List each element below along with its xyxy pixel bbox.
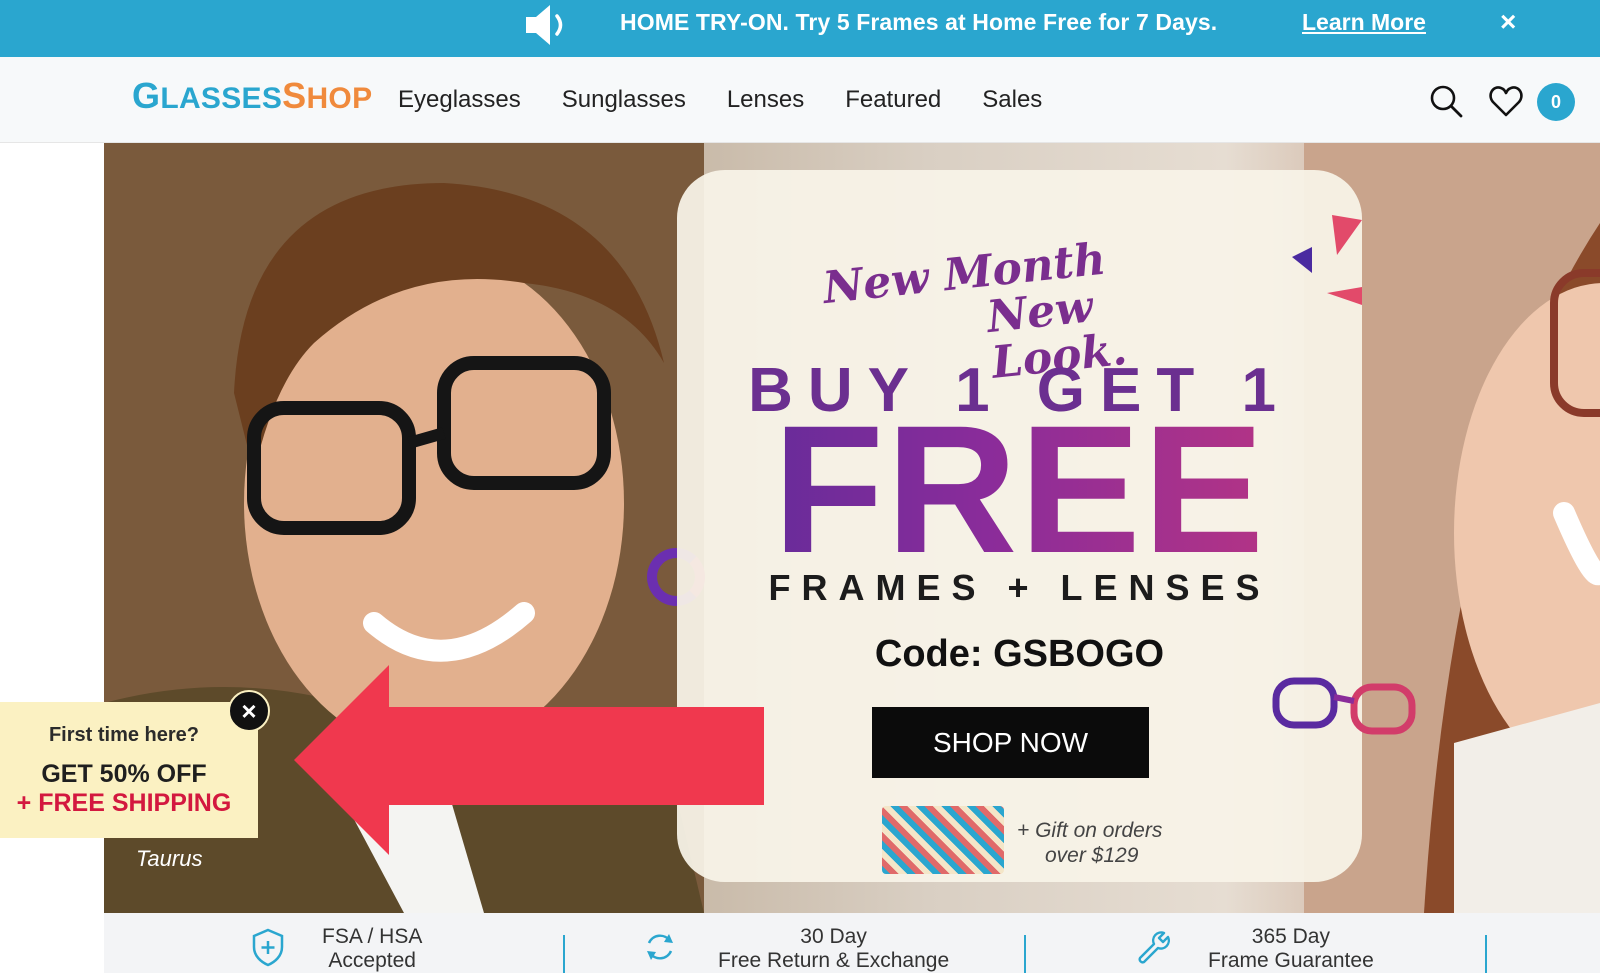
- first-visit-popup[interactable]: First time here? GET 50% OFF + FREE SHIP…: [0, 702, 258, 838]
- benefit-fsa-line-2: Accepted: [328, 949, 416, 972]
- benefit-guarantee-line-2: Frame Guarantee: [1208, 949, 1374, 972]
- site-logo[interactable]: GLASSESSHOP: [132, 75, 372, 117]
- nav-item-featured[interactable]: Featured: [845, 84, 941, 116]
- benefits-bar: FSA / HSA Accepted 30 Day Free Return & …: [104, 913, 1600, 973]
- hero-banner[interactable]: New Month New Look. BUY 1 GET 1 FREE FRA…: [104, 143, 1600, 913]
- benefit-return-line-2: Free Return & Exchange: [718, 949, 950, 972]
- speaker-icon[interactable]: [524, 2, 576, 48]
- popup-question: First time here?: [48, 724, 200, 746]
- refresh-icon: [647, 934, 673, 960]
- logo-glasses-text: LASSES: [160, 82, 283, 115]
- benefit-guarantee-text: 365 Day Frame Guarantee: [1208, 925, 1374, 973]
- divider: [1485, 935, 1487, 973]
- wrench-icon: [1138, 931, 1170, 964]
- divider: [1024, 935, 1026, 973]
- divider: [563, 935, 565, 973]
- nav-item-eyeglasses[interactable]: Eyeglasses: [398, 84, 521, 116]
- benefit-fsa-text: FSA / HSA Accepted: [322, 925, 422, 973]
- promo-headline-main: FREE: [677, 398, 1362, 580]
- gift-note: + Gift on orders over $129: [1017, 818, 1162, 868]
- nav-item-sunglasses[interactable]: Sunglasses: [562, 84, 686, 116]
- search-icon[interactable]: [1428, 83, 1464, 119]
- close-popup-icon[interactable]: ×: [228, 690, 270, 732]
- announcement-message: HOME TRY-ON. Try 5 Frames at Home Free f…: [620, 9, 1218, 35]
- benefit-return-text: 30 Day Free Return & Exchange: [718, 925, 949, 973]
- promo-card: New Month New Look. BUY 1 GET 1 FREE FRA…: [677, 170, 1362, 882]
- model-name-label: Taurus: [136, 846, 203, 871]
- site-header: GLASSESSHOP Eyeglasses Sunglasses Lenses…: [0, 57, 1600, 143]
- promo-code: Code: GSBOGO: [874, 633, 1165, 675]
- cart-badge[interactable]: 0: [1537, 83, 1575, 121]
- heart-icon[interactable]: [1488, 83, 1524, 119]
- logo-letter-s: S: [282, 75, 307, 116]
- close-icon[interactable]: ×: [1500, 8, 1516, 36]
- confetti-icon: [1292, 215, 1362, 305]
- popup-offer: GET 50% OFF: [41, 760, 207, 788]
- glasses-icon: [1272, 677, 1416, 735]
- gift-line-1: + Gift on orders: [1017, 819, 1163, 842]
- nav-item-sales[interactable]: Sales: [982, 84, 1042, 116]
- red-arrow-overlay: [294, 665, 764, 855]
- shield-plus-icon: [252, 928, 284, 967]
- nav-item-lenses[interactable]: Lenses: [727, 84, 804, 116]
- shop-now-button[interactable]: SHOP NOW: [872, 707, 1149, 778]
- learn-more-link[interactable]: Learn More: [1302, 8, 1426, 36]
- announcement-bar: HOME TRY-ON. Try 5 Frames at Home Free f…: [0, 0, 1600, 57]
- benefit-guarantee-line-1: 365 Day: [1251, 925, 1330, 948]
- benefit-return-line-1: 30 Day: [800, 925, 867, 948]
- benefit-fsa-line-1: FSA / HSA: [322, 925, 423, 948]
- main-nav: Eyeglasses Sunglasses Lenses Featured Sa…: [398, 84, 1083, 116]
- popup-shipping: + FREE SHIPPING: [16, 789, 232, 817]
- logo-letter-g: G: [132, 75, 161, 116]
- gift-line-2: over $129: [1045, 844, 1139, 867]
- gift-case-image: [882, 806, 1004, 874]
- promo-headline-sub: FRAMES + LENSES: [768, 567, 1271, 608]
- logo-shop-text: HOP: [306, 82, 373, 115]
